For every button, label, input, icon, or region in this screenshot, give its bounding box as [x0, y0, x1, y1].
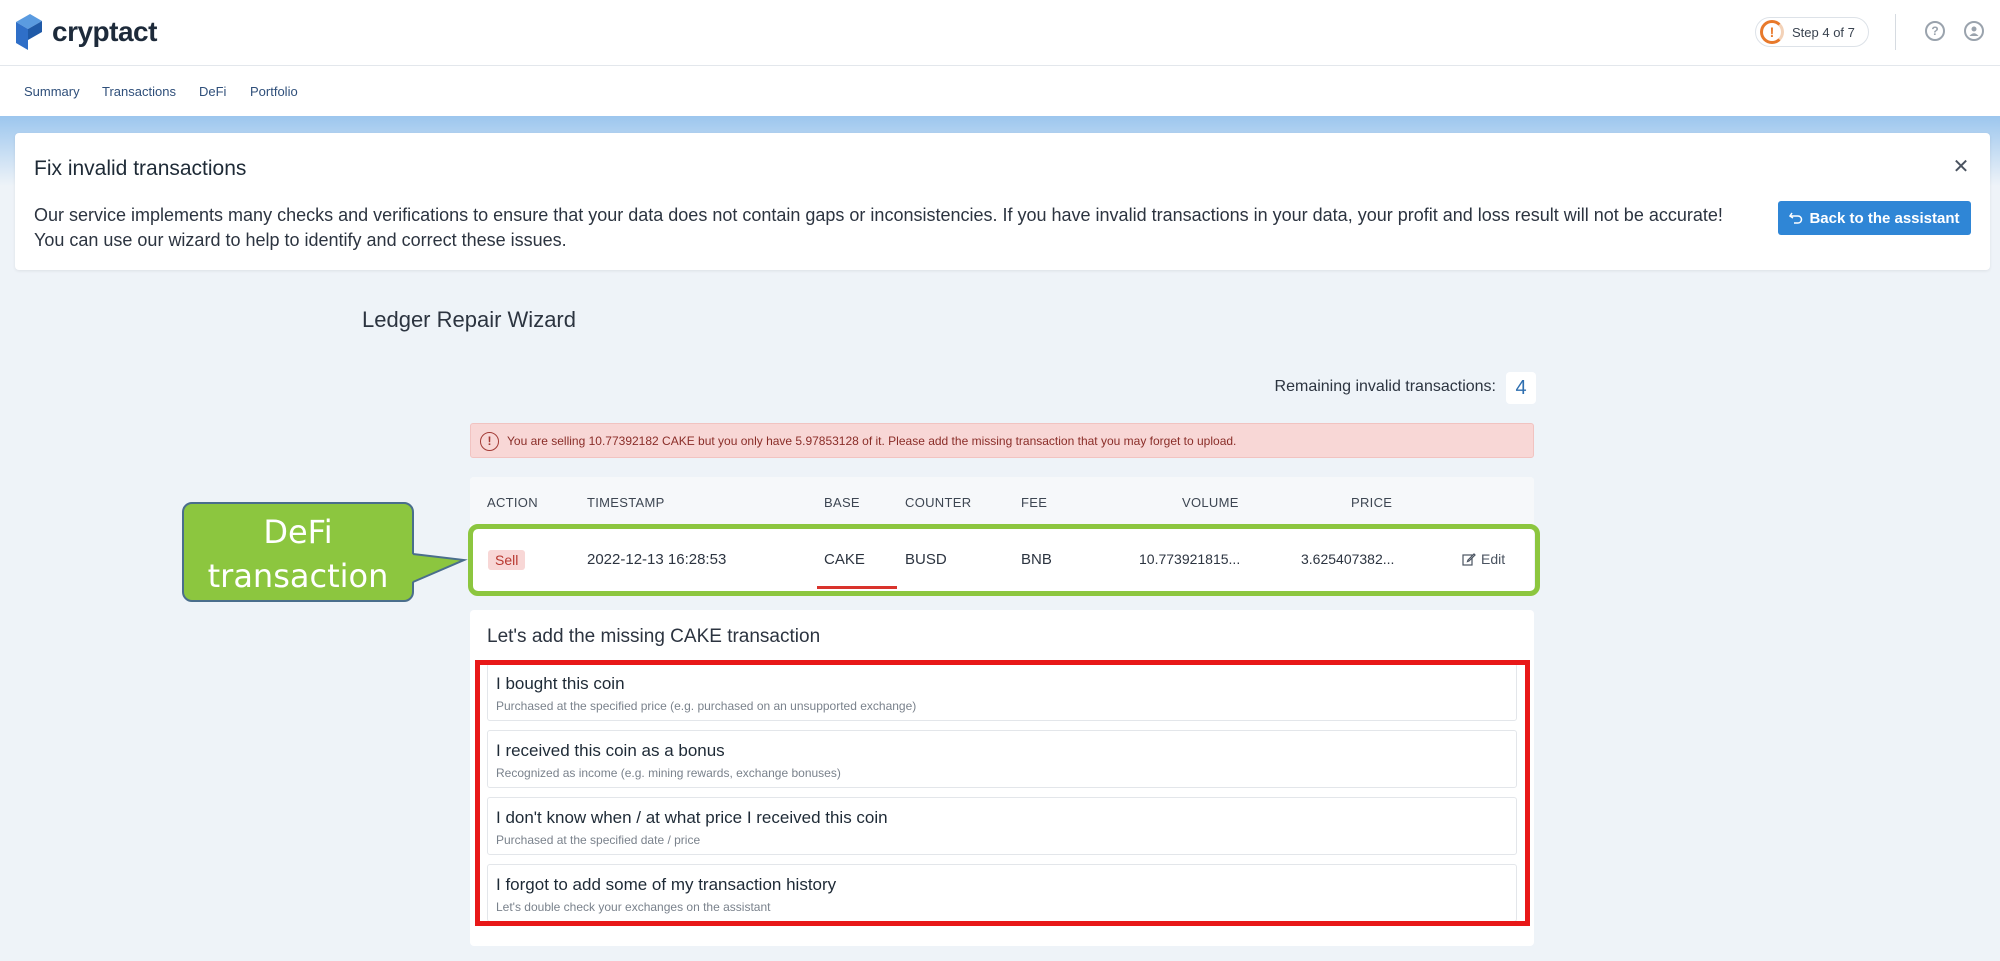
- back-to-assistant-label: Back to the assistant: [1809, 209, 1960, 227]
- remaining-invalid-label: Remaining invalid transactions:: [1274, 378, 1496, 395]
- header-price: PRICE: [1351, 495, 1393, 510]
- nav-portfolio[interactable]: Portfolio: [250, 84, 298, 99]
- app-logo[interactable]: cryptact: [16, 14, 157, 50]
- fix-card-description: Our service implements many checks and v…: [34, 203, 1774, 253]
- options-title: Let's add the missing CAKE transaction: [487, 626, 821, 647]
- top-bar: cryptact ! Step 4 of 7 ?: [0, 0, 2000, 66]
- alert-text: You are selling 10.77392182 CAKE but you…: [507, 434, 1237, 448]
- header-counter: COUNTER: [905, 495, 972, 510]
- table-header-row: ACTION TIMESTAMP BASE COUNTER FEE VOLUME…: [470, 477, 1534, 525]
- header-volume: VOLUME: [1182, 495, 1239, 510]
- header-fee: FEE: [1021, 495, 1048, 510]
- nav-defi[interactable]: DeFi: [199, 84, 226, 99]
- header-base: BASE: [824, 495, 860, 510]
- defi-transaction-callout: DeFi transaction: [182, 502, 414, 602]
- main-nav: Summary Transactions DeFi Portfolio: [0, 66, 2000, 116]
- header-timestamp: TIMESTAMP: [587, 495, 665, 510]
- back-to-assistant-button[interactable]: Back to the assistant: [1778, 201, 1971, 235]
- cryptact-logo-icon: [16, 14, 42, 50]
- undo-arrow-icon: [1789, 212, 1803, 224]
- nav-transactions[interactable]: Transactions: [102, 84, 176, 99]
- fix-card-description-line1: Our service implements many checks and v…: [34, 205, 1723, 225]
- callout-line1: DeFi: [263, 513, 333, 551]
- info-alert-icon: !: [480, 432, 499, 451]
- step-text: Step 4 of 7: [1792, 24, 1855, 40]
- fix-card-description-line2: You can use our wizard to help to identi…: [34, 230, 567, 250]
- callout-line2: transaction: [207, 557, 389, 595]
- fix-card-title: Fix invalid transactions: [34, 157, 247, 180]
- callout-pointer: [412, 553, 468, 583]
- help-icon[interactable]: ?: [1925, 21, 1945, 41]
- step-progress-pill[interactable]: ! Step 4 of 7: [1755, 17, 1869, 47]
- options-highlight-box: [475, 660, 1530, 926]
- header-divider: [1895, 14, 1896, 50]
- remaining-invalid-count: 4: [1506, 372, 1536, 404]
- user-account-icon[interactable]: [1964, 21, 1984, 41]
- header-action: ACTION: [487, 495, 538, 510]
- fix-invalid-transactions-card: Fix invalid transactions Our service imp…: [15, 133, 1990, 270]
- step-alert-icon: !: [1760, 20, 1784, 44]
- app-name: cryptact: [52, 16, 157, 47]
- insufficient-balance-alert: ! You are selling 10.77392182 CAKE but y…: [470, 423, 1534, 458]
- close-icon[interactable]: ✕: [1949, 155, 1973, 179]
- wizard-title: Ledger Repair Wizard: [362, 307, 576, 332]
- nav-summary[interactable]: Summary: [24, 84, 80, 99]
- defi-transaction-highlight: [468, 524, 1540, 596]
